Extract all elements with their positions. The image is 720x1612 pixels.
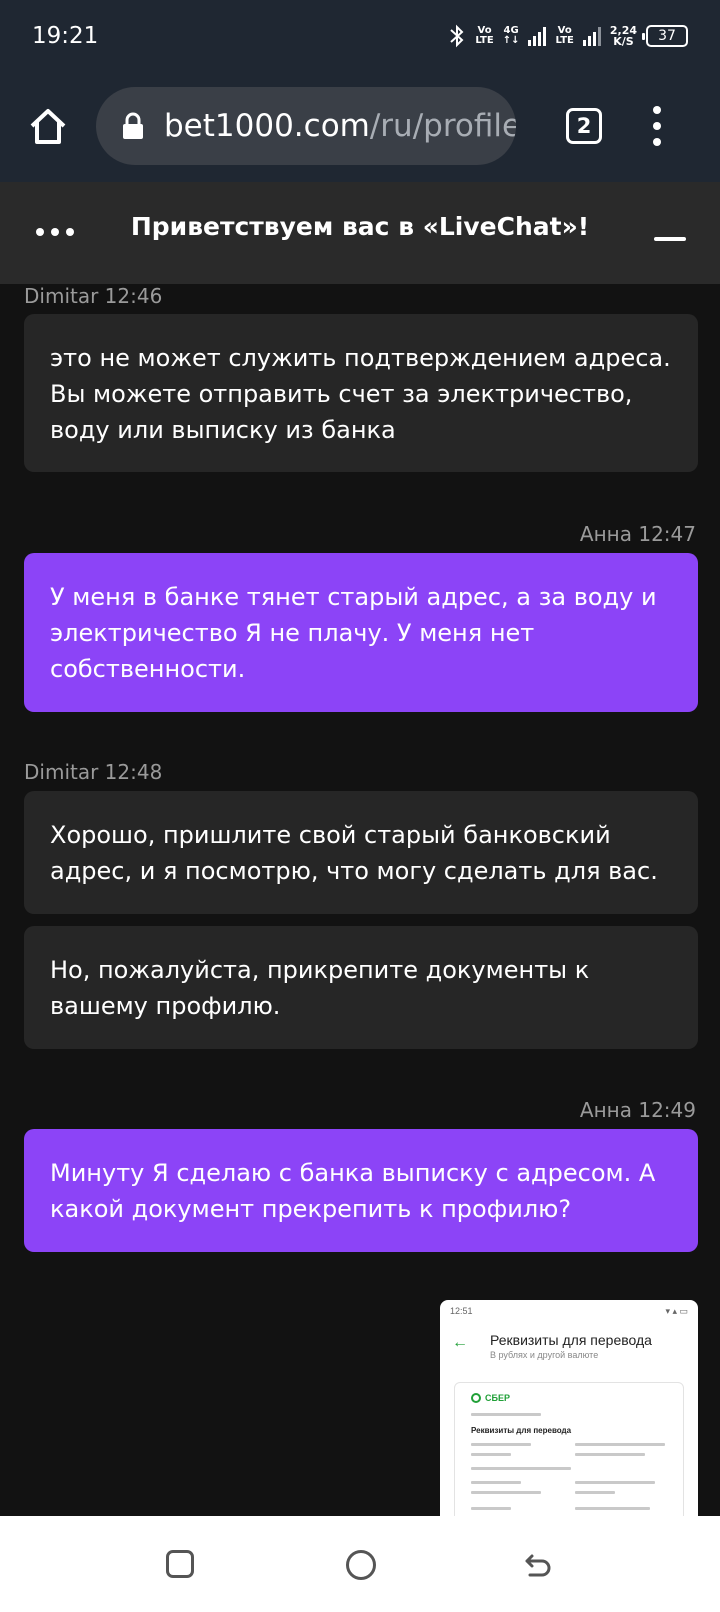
- attachment-status-time: 12:51: [450, 1306, 473, 1316]
- network-speed: 2,24 K/S: [609, 24, 637, 48]
- attachment-doc-heading: Реквизиты для перевода: [471, 1426, 572, 1435]
- agent-message: Но, пожалуйста, прикрепите документы к в…: [24, 926, 698, 1049]
- bluetooth-icon: [450, 24, 464, 48]
- back-arrow-icon: ←: [452, 1334, 468, 1351]
- status-bar: 19:21 Vo LTE 4G ↑↓ Vo LTE 2,24 K/S 37: [0, 0, 720, 72]
- volte-2-indicator: Vo LTE: [555, 25, 574, 46]
- agent-message: Хорошо, пришлите свой старый банковский …: [24, 791, 698, 914]
- back-icon[interactable]: [522, 1548, 554, 1580]
- user-message: У меня в банке тянет старый адрес, а за …: [24, 553, 698, 712]
- volte-1-indicator: Vo LTE: [475, 25, 494, 46]
- tab-count: 2: [576, 114, 592, 138]
- sber-logo: СБЕР: [471, 1393, 510, 1403]
- status-time: 19:21: [32, 23, 99, 49]
- attachment-document: СБЕР Реквизиты для перевода: [454, 1382, 684, 1516]
- message-sender: Dimitar 12:46: [24, 284, 163, 308]
- attachment-status-icons: ▾ ▴ ▭: [665, 1306, 688, 1316]
- minimize-icon[interactable]: [654, 237, 686, 241]
- status-icons: Vo LTE 4G ↑↓ Vo LTE 2,24 K/S 37: [448, 24, 688, 48]
- tabs-button[interactable]: 2: [566, 108, 602, 144]
- image-attachment[interactable]: 12:51 ▾ ▴ ▭ ← Реквизиты для перевода В р…: [440, 1300, 698, 1516]
- overflow-menu-icon[interactable]: [650, 106, 664, 146]
- agent-message: это не может служить подтверждением адре…: [24, 314, 698, 472]
- user-message: Минуту Я сделаю с банка выписку с адресо…: [24, 1129, 698, 1252]
- chat-title: Приветствуем вас в «LiveChat»!: [130, 212, 590, 241]
- url-text: bet1000.com/ru/profile/: [164, 108, 516, 144]
- chat-messages[interactable]: Dimitar 12:46 это не может служить подтв…: [0, 284, 720, 1516]
- home-icon[interactable]: [26, 104, 70, 148]
- signal-2-icon: [582, 26, 601, 46]
- battery-icon: 37: [642, 25, 688, 47]
- chat-header: Приветствуем вас в «LiveChat»!: [0, 182, 720, 284]
- home-nav-icon[interactable]: [346, 1550, 376, 1580]
- lock-icon: [123, 112, 143, 139]
- system-nav-bar: [0, 1516, 720, 1612]
- message-sender: Dimitar 12:48: [24, 760, 163, 784]
- attachment-subtitle: В рублях и другой валюте: [490, 1350, 599, 1360]
- network-type-indicator: 4G ↑↓: [502, 25, 520, 46]
- recent-apps-icon[interactable]: [166, 1550, 194, 1578]
- attachment-title: Реквизиты для перевода: [490, 1332, 652, 1348]
- battery-level: 37: [658, 28, 676, 44]
- browser-toolbar: bet1000.com/ru/profile/ 2: [0, 72, 720, 182]
- url-path: /ru/profile/: [369, 108, 516, 144]
- message-sender: Анна 12:49: [579, 1098, 696, 1122]
- address-bar[interactable]: bet1000.com/ru/profile/: [96, 87, 516, 165]
- url-domain: bet1000.com: [164, 108, 370, 144]
- signal-1-icon: [528, 26, 547, 46]
- message-sender: Анна 12:47: [579, 522, 696, 546]
